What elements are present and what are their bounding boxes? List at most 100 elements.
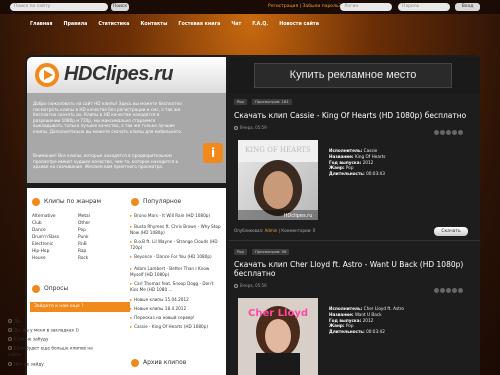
popular-item[interactable]: ▸ Beyonce - Dance For You (HD 1080p) — [130, 254, 222, 260]
popular-title: Популярное — [143, 198, 182, 205]
archive-title: Архив клипов — [143, 359, 187, 366]
play-icon — [44, 70, 53, 80]
popular-item[interactable]: ▸ Пересказ на новый сервер! — [130, 315, 222, 321]
poll-title: Опросы — [44, 285, 69, 292]
views-tag: Просмотров: 56 — [252, 249, 290, 255]
star-icon[interactable] — [440, 130, 445, 135]
ad-banner[interactable]: Купить рекламное место — [254, 63, 452, 88]
radio-icon[interactable] — [8, 337, 12, 341]
star-icon[interactable] — [440, 288, 445, 293]
post-title[interactable]: Скачать клип Cassie - King Of Hearts (HD… — [234, 111, 474, 120]
poll-question: Зайдете к нам еще ? — [30, 302, 130, 312]
genre-link[interactable]: Rap — [78, 249, 86, 256]
poll-option[interactable]: Да — [8, 319, 96, 326]
genre-link[interactable]: Club — [32, 221, 42, 228]
welcome-text: Добро пожаловать на сайт HD клипы! Здесь… — [33, 101, 183, 134]
genre-link[interactable]: RnB — [78, 242, 87, 249]
popular-item[interactable]: ▸ Carl Thomas feat. Snoop Dogg - Don't Ki… — [130, 281, 222, 292]
rating-stars[interactable] — [434, 288, 463, 293]
search-button[interactable]: Поиск — [111, 3, 129, 11]
star-icon[interactable] — [458, 130, 463, 135]
password-input[interactable]: Пароль — [398, 3, 450, 11]
genres-header: Клипы по жанрам — [32, 196, 127, 208]
genre-link[interactable]: Alternative — [32, 214, 56, 221]
nav-item-rules[interactable]: Правила — [63, 20, 87, 30]
cover-title: Cher Lloyd — [248, 308, 308, 319]
popular-item[interactable]: ▸ Новые клипы 18.4.2012 — [130, 306, 222, 312]
post-meta: Исполнитель: Cher Lloyd ft. Astro Назван… — [329, 306, 404, 335]
star-icon[interactable] — [452, 288, 457, 293]
comments-count[interactable]: Комментарии: 0 — [281, 228, 315, 233]
poll-icon — [32, 285, 40, 293]
nav-item-chat[interactable]: Чат — [231, 20, 241, 30]
nav-item-news[interactable]: Новости сайта — [279, 20, 319, 30]
genre-link[interactable]: House — [32, 256, 45, 263]
nav-item-home[interactable]: Главная — [30, 20, 52, 30]
star-icon[interactable] — [458, 288, 463, 293]
popular-item[interactable]: ▸ Adam Lambert - Better Than I Know Mysel… — [130, 266, 222, 277]
genre-tag[interactable]: Pop — [234, 99, 247, 105]
post-date: Вчера, 05:56 — [234, 283, 267, 288]
cover-watermark: HDclipes.ru — [284, 213, 313, 219]
nav-item-guestbook[interactable]: Гостевая книга — [178, 20, 220, 30]
poll-option[interactable]: Да, вы у меня в закладках )) — [8, 328, 96, 335]
popular-item[interactable]: ▸ Cassie - King Of Hearts (HD 1080p) — [130, 324, 222, 330]
author-link[interactable]: Admin — [265, 228, 278, 233]
popular-item[interactable]: ▸ Busta Rhymes ft. Chris Brown - Why Stop… — [130, 224, 222, 235]
svg-text:KING OF HEARTS: KING OF HEARTS — [245, 146, 311, 154]
star-icon[interactable] — [446, 288, 451, 293]
star-icon[interactable] — [434, 130, 439, 135]
post-cover[interactable]: KING OF HEARTS HDclipes.ru — [238, 140, 318, 220]
genre-link[interactable]: Dance — [32, 228, 46, 235]
rating-stars[interactable] — [434, 130, 463, 135]
popular-item[interactable]: ▸ Bruno Mars - It Will Rain (HD 1080p) — [130, 213, 222, 219]
top-bar: Поиск по сайту Поиск Регистрация | Забыл… — [0, 0, 500, 14]
clock-icon — [234, 126, 238, 130]
radio-icon[interactable] — [8, 362, 12, 366]
popular-item[interactable]: ▸ Новые клипы 15.04.2012 — [130, 297, 222, 303]
login-input[interactable]: Логин — [340, 3, 392, 11]
popular-header: Популярное — [131, 196, 221, 208]
radio-icon[interactable] — [8, 346, 12, 350]
popular-item[interactable]: ▸ B.o.B ft. Lil Wayne - Strange Clouds (H… — [130, 239, 222, 250]
post-title[interactable]: Скачать клип Cher Lloyd ft. Astro - Want… — [234, 260, 474, 278]
star-icon[interactable] — [446, 130, 451, 135]
views-tag: Просмотров: 181 — [252, 99, 292, 105]
poll-header: Опросы — [32, 283, 102, 295]
main-nav: Главная Правила Статистика Контакты Гост… — [30, 20, 319, 30]
poll-option[interactable]: Если будет еще больше клипов на сайте — [8, 346, 96, 359]
search-input[interactable]: Поиск по сайту — [10, 3, 108, 11]
download-button[interactable]: Скачать — [434, 227, 468, 236]
register-link[interactable]: Регистрация | Забыли пароль? — [268, 3, 341, 11]
logo-area[interactable]: HDClipes.ru — [27, 57, 226, 93]
genre-tag[interactable]: Pop — [234, 249, 247, 255]
genre-link[interactable]: Other — [78, 221, 90, 228]
post-date: Вчера, 05:59 — [234, 125, 267, 130]
genre-link[interactable]: Electronic — [32, 242, 53, 249]
radio-icon[interactable] — [8, 319, 12, 323]
genre-link[interactable]: Metal — [78, 214, 90, 221]
genre-link[interactable]: Hip-Hop — [32, 249, 49, 256]
genre-link[interactable]: Pop — [78, 228, 86, 235]
clock-icon — [234, 284, 238, 288]
welcome-notice: Внимание! Все клипы, которые находятся в… — [33, 153, 178, 169]
genre-link[interactable]: Drum'n'Bass — [32, 235, 59, 242]
radio-icon[interactable] — [8, 328, 12, 332]
genres-title: Клипы по жанрам — [44, 198, 102, 205]
post-cover[interactable]: Cher Lloyd — [238, 298, 318, 375]
poll-option[interactable]: Если не забуду — [8, 337, 96, 344]
nav-item-contacts[interactable]: Контакты — [141, 20, 168, 30]
info-icon: i — [203, 143, 223, 163]
login-button[interactable]: Вход — [455, 3, 480, 11]
post-divider — [229, 240, 480, 241]
star-icon[interactable] — [434, 288, 439, 293]
site-logo: HDClipes.ru — [64, 63, 173, 85]
nav-item-faq[interactable]: F.A.Q. — [252, 20, 268, 30]
genre-link[interactable]: Rock — [78, 256, 88, 263]
welcome-panel: Добро пожаловать на сайт HD клипы! Здесь… — [27, 93, 226, 183]
genre-link[interactable]: Punk — [78, 235, 88, 242]
popular-icon — [131, 198, 139, 206]
poll-option[interactable]: Нет не зайду — [8, 362, 96, 369]
star-icon[interactable] — [452, 130, 457, 135]
nav-item-stats[interactable]: Статистика — [98, 20, 129, 30]
